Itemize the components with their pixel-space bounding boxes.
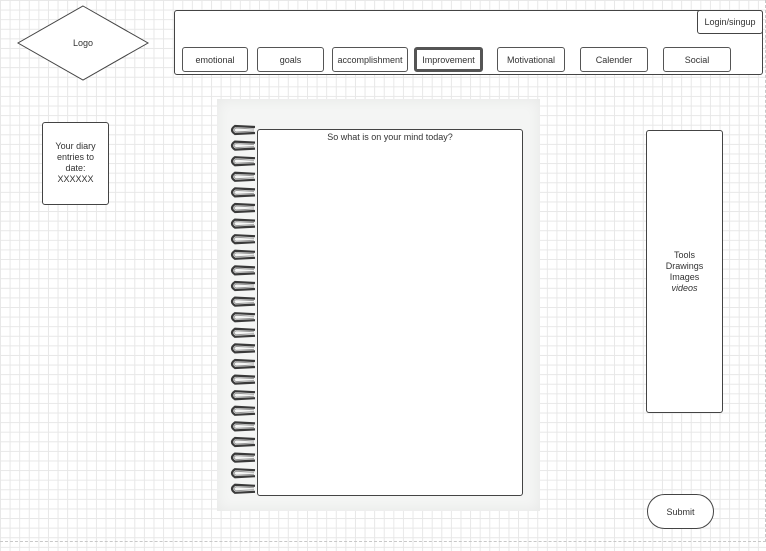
spiral-ring xyxy=(230,140,256,151)
diary-page[interactable]: So what is on your mind today? xyxy=(257,129,523,496)
spiral-ring xyxy=(230,374,256,385)
spiral-ring xyxy=(230,202,256,214)
entries-count-value: XXXXXX xyxy=(57,174,94,184)
spiral-ring xyxy=(230,452,256,463)
spiral-ring xyxy=(230,171,256,182)
spiral-ring xyxy=(230,312,256,323)
tab-calender[interactable]: Calender xyxy=(580,47,648,72)
tab-improvement[interactable]: Improvement xyxy=(414,47,483,72)
login-signup-button[interactable]: Login/singup xyxy=(697,10,763,34)
tools-panel[interactable]: Tools Drawings Images videos xyxy=(646,130,723,413)
tab-emotional[interactable]: emotional xyxy=(182,47,248,72)
entries-line: Your diary xyxy=(55,141,96,151)
submit-button[interactable]: Submit xyxy=(647,494,714,529)
spiral-ring xyxy=(230,265,256,276)
spiral-ring xyxy=(230,405,256,416)
spiral-ring xyxy=(230,234,256,245)
spiral-ring xyxy=(230,421,256,432)
images-label[interactable]: Images xyxy=(670,272,700,283)
spiral-ring xyxy=(230,358,256,370)
spiral-ring xyxy=(230,156,256,167)
diary-prompt: So what is on your mind today? xyxy=(327,132,453,142)
spiral-ring xyxy=(230,327,256,338)
spiral-ring xyxy=(230,343,256,354)
logo[interactable]: Logo xyxy=(16,5,150,81)
drawings-label[interactable]: Drawings xyxy=(666,261,704,272)
spiral-ring xyxy=(230,390,256,401)
entries-line: entries to xyxy=(56,152,95,162)
spiral-ring xyxy=(230,187,256,198)
entries-line: date: xyxy=(65,163,86,173)
logo-label: Logo xyxy=(72,38,94,48)
spiral-ring xyxy=(230,468,256,479)
tab-goals[interactable]: goals xyxy=(257,47,324,72)
spiral-ring xyxy=(230,218,256,229)
spiral-binding-icon xyxy=(230,124,256,494)
spiral-ring xyxy=(230,436,256,448)
tab-social[interactable]: Social xyxy=(663,47,731,72)
spiral-ring xyxy=(230,280,256,292)
tab-accomplishment[interactable]: accomplishment xyxy=(332,47,408,72)
tools-label[interactable]: Tools xyxy=(674,250,695,261)
spiral-ring xyxy=(230,296,256,307)
spiral-ring xyxy=(230,249,256,260)
videos-label[interactable]: videos xyxy=(671,283,697,294)
tab-motivational[interactable]: Motivational xyxy=(497,47,565,72)
diary-entries-count-box: Your diary entries to date: XXXXXX xyxy=(42,122,109,205)
spiral-ring xyxy=(230,124,256,136)
spiral-ring xyxy=(230,483,256,494)
